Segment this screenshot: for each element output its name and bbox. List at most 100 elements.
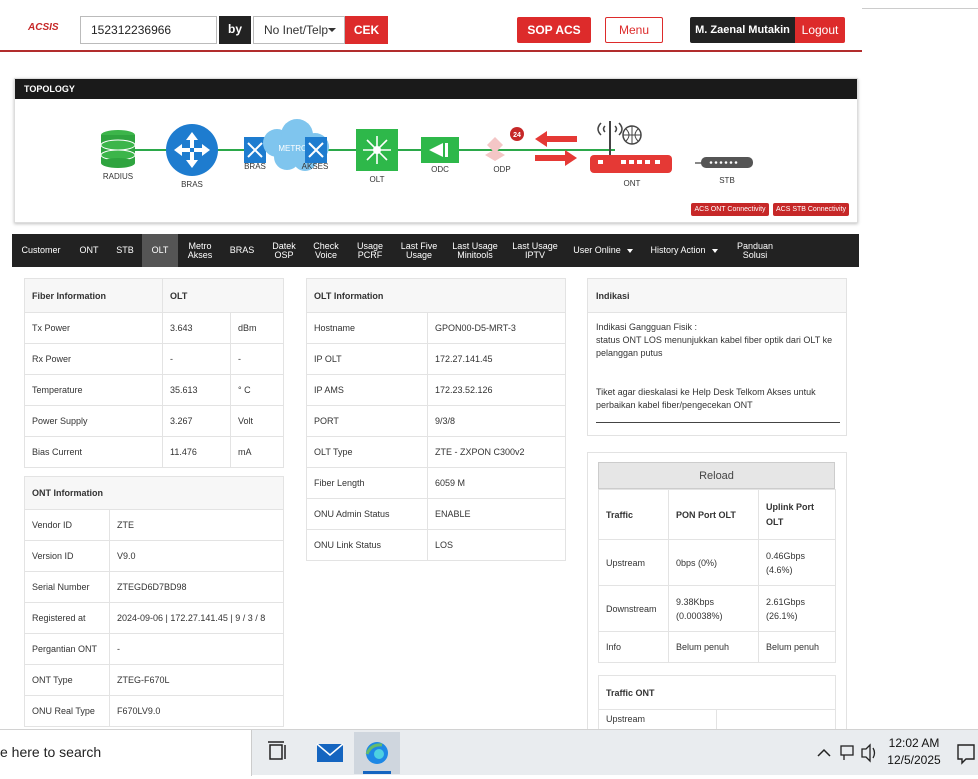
notification-icon[interactable] bbox=[950, 732, 978, 774]
tab-check-voice[interactable]: Check Voice bbox=[308, 234, 344, 267]
clock-time: 12:02 AM bbox=[888, 736, 940, 750]
tab-panduan-solusi[interactable]: Panduan Solusi bbox=[730, 234, 780, 267]
acsis-logo[interactable]: ACSIS bbox=[28, 22, 59, 33]
odp-label: ODP bbox=[493, 165, 510, 174]
sop-acs-button[interactable]: SOP ACS bbox=[517, 17, 591, 43]
ont-info-value: ZTE bbox=[109, 509, 284, 541]
table-row: Upstream bbox=[598, 709, 836, 730]
search-type-select[interactable]: No Inet/Telp bbox=[253, 16, 345, 44]
acs-stb-connectivity-button[interactable]: ACS STB Connectivity bbox=[773, 203, 849, 216]
uplink-value: 0.46Gbps (4.6%) bbox=[758, 539, 836, 586]
olt-info-value: ZTE - ZXPON C300v2 bbox=[427, 436, 566, 468]
tab-user-online[interactable]: User Online bbox=[568, 234, 638, 267]
traffic-ont-label: Upstream bbox=[598, 709, 717, 730]
taskbar-search[interactable]: e here to search bbox=[0, 730, 252, 776]
ont-info-label: Pergantian ONT bbox=[24, 633, 110, 665]
reload-button[interactable]: Reload bbox=[598, 462, 835, 489]
tab-customer[interactable]: Customer bbox=[16, 234, 66, 267]
bras-label: BRAS bbox=[181, 180, 203, 189]
fiber-header-olt: OLT bbox=[162, 278, 284, 313]
task-view-icon[interactable] bbox=[256, 732, 302, 774]
tab-history-action-label: History Action bbox=[650, 245, 706, 255]
windows-taskbar: e here to search 12:02 AM 12/5/2025 bbox=[0, 729, 978, 776]
uplink-value: Belum penuh bbox=[758, 631, 836, 663]
edge-browser-icon[interactable] bbox=[354, 732, 400, 774]
stb-icon[interactable] bbox=[701, 157, 753, 168]
tab-history-action[interactable]: History Action bbox=[644, 234, 724, 267]
olt-information-table: OLT Information Hostname GPON00-D5-MRT-3… bbox=[306, 278, 566, 561]
olt-info-value: LOS bbox=[427, 529, 566, 561]
olt-info-label: IP AMS bbox=[306, 374, 428, 406]
olt-info-label: ONU Link Status bbox=[306, 529, 428, 561]
olt-info-label: Fiber Length bbox=[306, 467, 428, 499]
topology-panel: TOPOLOGY RADIUS BRAS METRO - E BRAS AKSE… bbox=[14, 78, 858, 223]
tab-stb[interactable]: STB bbox=[110, 234, 140, 267]
ont-info-value: - bbox=[109, 633, 284, 665]
tab-metro-akses[interactable]: Metro Akses bbox=[182, 234, 218, 267]
tab-bras[interactable]: BRAS bbox=[224, 234, 260, 267]
fiber-label: Tx Power bbox=[24, 312, 163, 344]
radius-label: RADIUS bbox=[103, 172, 133, 181]
logout-button[interactable]: Logout bbox=[795, 17, 845, 43]
akses-label: AKSES bbox=[302, 162, 329, 171]
olt-info-value: 172.27.141.45 bbox=[427, 343, 566, 375]
table-row: IP OLT 172.27.141.45 bbox=[306, 343, 566, 375]
detail-tabs: Customer ONT STB OLT Metro Akses BRAS Da… bbox=[12, 234, 859, 267]
indikasi-header: Indikasi bbox=[588, 279, 846, 313]
taskbar-clock[interactable]: 12:02 AM 12/5/2025 bbox=[884, 735, 944, 769]
table-row: IP AMS 172.23.52.126 bbox=[306, 374, 566, 406]
search-input[interactable] bbox=[80, 16, 217, 44]
olt-info-header: OLT Information bbox=[306, 278, 566, 313]
table-row: Tx Power 3.643 dBm bbox=[24, 312, 284, 344]
uplink-value: 2.61Gbps (26.1%) bbox=[758, 585, 836, 632]
table-row: OLT Type ZTE - ZXPON C300v2 bbox=[306, 436, 566, 468]
traffic-ont-header: Traffic ONT bbox=[598, 675, 836, 710]
table-row: Registered at 2024-09-06 | 172.27.141.45… bbox=[24, 602, 284, 634]
tab-last-five-usage[interactable]: Last Five Usage bbox=[396, 234, 442, 267]
olt-icon[interactable] bbox=[356, 129, 398, 171]
akses-switch-icon[interactable] bbox=[305, 137, 327, 163]
tab-last-usage-iptv[interactable]: Last Usage IPTV bbox=[508, 234, 562, 267]
tab-last-usage-minitools[interactable]: Last Usage Minitools bbox=[448, 234, 502, 267]
tab-olt[interactable]: OLT bbox=[142, 234, 178, 267]
pon-value: Belum penuh bbox=[668, 631, 759, 663]
tab-ont[interactable]: ONT bbox=[72, 234, 106, 267]
menu-button[interactable]: Menu bbox=[605, 17, 663, 43]
table-row: Hostname GPON00-D5-MRT-3 bbox=[306, 312, 566, 344]
fiber-value: 3.643 bbox=[162, 312, 231, 344]
table-row: Pergantian ONT - bbox=[24, 633, 284, 665]
bras-router-icon[interactable] bbox=[166, 124, 218, 176]
bras-switch-icon[interactable] bbox=[244, 137, 266, 163]
traffic-label: Upstream bbox=[598, 539, 669, 586]
fiber-value: 11.476 bbox=[162, 436, 231, 468]
table-row: Temperature 35.613 ° C bbox=[24, 374, 284, 406]
fiber-value: 35.613 bbox=[162, 374, 231, 406]
table-row: ONT Type ZTEG-F670L bbox=[24, 664, 284, 696]
ont-info-value: 2024-09-06 | 172.27.141.45 | 9 / 3 / 8 bbox=[109, 602, 284, 634]
tab-datek-osp[interactable]: Datek OSP bbox=[266, 234, 302, 267]
table-row: PORT 9/3/8 bbox=[306, 405, 566, 437]
fiber-unit: - bbox=[230, 343, 284, 375]
odc-label: ODC bbox=[431, 165, 449, 174]
fiber-label: Bias Current bbox=[24, 436, 163, 468]
user-name: M. Zaenal Mutakin bbox=[690, 17, 795, 43]
fiber-value: - bbox=[162, 343, 231, 375]
pon-port-header: PON Port OLT bbox=[668, 489, 759, 540]
cek-button[interactable]: CEK bbox=[345, 16, 388, 44]
table-row: Upstream 0bps (0%) 0.46Gbps (4.6%) bbox=[598, 539, 836, 586]
system-tray-icons[interactable] bbox=[808, 732, 878, 774]
tab-usage-pcrf[interactable]: Usage PCRF bbox=[350, 234, 390, 267]
radius-icon[interactable] bbox=[100, 130, 136, 168]
fiber-unit: dBm bbox=[230, 312, 284, 344]
ont-info-label: Serial Number bbox=[24, 571, 110, 603]
ont-router-icon[interactable] bbox=[590, 121, 672, 173]
acs-ont-connectivity-button[interactable]: ACS ONT Connectivity bbox=[691, 203, 769, 216]
mail-icon[interactable] bbox=[306, 732, 352, 774]
ont-information-table: ONT Information Vendor ID ZTE Version ID… bbox=[24, 476, 284, 727]
topology-title: TOPOLOGY bbox=[15, 79, 857, 99]
odc-icon[interactable] bbox=[421, 137, 459, 163]
table-row: ONU Real Type F670LV9.0 bbox=[24, 695, 284, 727]
swap-arrows-icon bbox=[535, 131, 577, 166]
olt-info-label: ONU Admin Status bbox=[306, 498, 428, 530]
fiber-unit: Volt bbox=[230, 405, 284, 437]
